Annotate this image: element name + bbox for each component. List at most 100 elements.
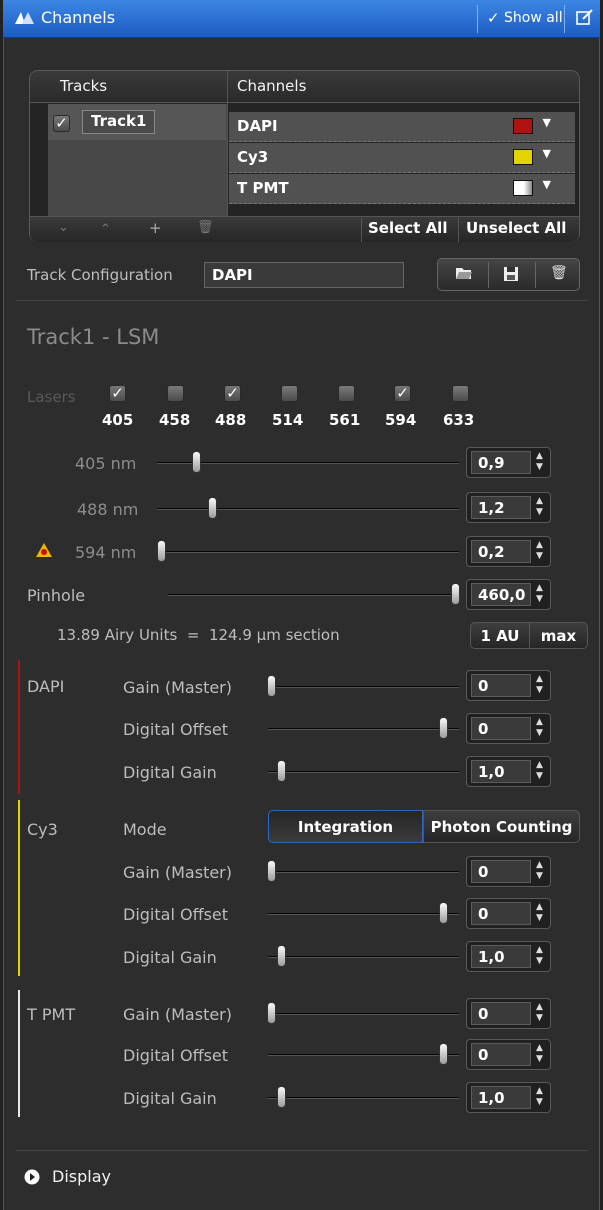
mode-integration-button[interactable]: Integration: [268, 810, 423, 843]
laser-405-slider-handle[interactable]: [192, 451, 201, 473]
spinner-icon[interactable]: ▲ ▼: [533, 1002, 546, 1025]
tpmt-gain-slider-handle[interactable]: [267, 1002, 276, 1024]
delete-icon[interactable]: 🗑︎: [550, 265, 568, 281]
value-field[interactable]: 1,2: [471, 496, 531, 519]
cy3-gain-value[interactable]: 0 ▲ ▼: [466, 856, 551, 887]
pinhole-slider-track[interactable]: [168, 594, 459, 596]
laser-405-slider-track[interactable]: [157, 462, 459, 464]
tpmt-digital-gain-slider-track[interactable]: [268, 1097, 459, 1099]
color-swatch[interactable]: [513, 180, 533, 196]
pinhole-slider-handle[interactable]: [451, 583, 460, 605]
dapi-offset-slider-track[interactable]: [268, 728, 459, 730]
dapi-gain-value[interactable]: 0 ▲ ▼: [466, 670, 551, 701]
laser-488-slider-handle[interactable]: [208, 497, 217, 519]
spinner-icon[interactable]: ▲ ▼: [533, 760, 546, 783]
spinner-icon[interactable]: ▲ ▼: [533, 1086, 546, 1109]
cy3-digital-gain-value[interactable]: 1,0 ▲ ▼: [466, 941, 551, 972]
tpmt-gain-value[interactable]: 0 ▲ ▼: [466, 998, 551, 1029]
color-swatch[interactable]: [513, 118, 533, 134]
value-field[interactable]: 0: [471, 860, 531, 883]
tpmt-digital-gain-slider-handle[interactable]: [277, 1086, 286, 1108]
save-icon[interactable]: [503, 266, 519, 286]
cy3-offset-slider-track[interactable]: [268, 913, 459, 915]
display-section-toggle[interactable]: Display: [22, 1165, 142, 1191]
cy3-digital-gain-slider-handle[interactable]: [277, 945, 286, 967]
cy3-gain-slider-handle[interactable]: [267, 860, 276, 882]
open-folder-icon[interactable]: [455, 265, 473, 285]
channels-column-header[interactable]: Channels: [237, 77, 306, 95]
value-field[interactable]: 460,0: [471, 583, 531, 606]
laser-594-value[interactable]: 0,2 ▲ ▼: [466, 536, 551, 567]
chevron-down-icon[interactable]: ▼: [543, 147, 551, 160]
cy3-gain-slider-track[interactable]: [268, 871, 459, 873]
laser-594-checkbox[interactable]: ✓: [394, 385, 411, 402]
value-field[interactable]: 1,0: [471, 945, 531, 968]
delete-icon[interactable]: 🗑︎: [197, 220, 214, 235]
chevron-down-icon[interactable]: ▼: [543, 116, 551, 129]
laser-561-checkbox[interactable]: [338, 385, 355, 402]
pinhole-1au-button[interactable]: 1 AU: [470, 622, 530, 649]
laser-488-checkbox[interactable]: ✓: [224, 385, 241, 402]
track-configuration-select[interactable]: DAPI: [204, 262, 404, 288]
chevron-down-icon[interactable]: ▼: [543, 178, 551, 191]
tpmt-offset-value[interactable]: 0 ▲ ▼: [466, 1039, 551, 1070]
value-field[interactable]: 1,0: [471, 760, 531, 783]
laser-633-checkbox[interactable]: [452, 385, 469, 402]
laser-594-slider-handle[interactable]: [157, 540, 166, 562]
spinner-icon[interactable]: ▲ ▼: [533, 496, 546, 519]
edit-icon[interactable]: [576, 8, 594, 30]
move-down-icon[interactable]: ⌄: [58, 220, 69, 235]
spinner-icon[interactable]: ▲ ▼: [533, 674, 546, 697]
channel-row-dapi[interactable]: DAPI ▼: [229, 112, 575, 142]
track-checkbox[interactable]: ✓: [53, 115, 70, 132]
track-row[interactable]: ✓ Track1: [48, 104, 226, 140]
spinner-icon[interactable]: ▲ ▼: [533, 860, 546, 883]
color-swatch[interactable]: [513, 149, 533, 165]
dapi-digital-gain-value[interactable]: 1,0 ▲ ▼: [466, 756, 551, 787]
spinner-icon[interactable]: ▲ ▼: [533, 717, 546, 740]
channel-row-tpmt[interactable]: T PMT ▼: [229, 174, 575, 204]
value-field[interactable]: 0: [471, 717, 531, 740]
laser-488-value[interactable]: 1,2 ▲ ▼: [466, 492, 551, 523]
tracks-column-header[interactable]: Tracks: [60, 77, 107, 95]
channel-row-cy3[interactable]: Cy3 ▼: [229, 143, 575, 173]
spinner-icon[interactable]: ▲ ▼: [533, 540, 546, 563]
unselect-all-button[interactable]: Unselect All: [466, 219, 566, 237]
spinner-icon[interactable]: ▲ ▼: [533, 583, 546, 606]
value-field[interactable]: 0: [471, 674, 531, 697]
value-field[interactable]: 0: [471, 1043, 531, 1066]
dapi-digital-gain-slider-track[interactable]: [268, 771, 459, 773]
tpmt-gain-slider-track[interactable]: [268, 1013, 459, 1015]
value-field[interactable]: 1,0: [471, 1086, 531, 1109]
tpmt-offset-slider-track[interactable]: [268, 1054, 459, 1056]
value-field[interactable]: 0: [471, 1002, 531, 1025]
value-field[interactable]: 0,9: [471, 451, 531, 474]
value-field[interactable]: 0: [471, 902, 531, 925]
laser-488-slider-track[interactable]: [157, 508, 459, 510]
tpmt-digital-gain-value[interactable]: 1,0 ▲ ▼: [466, 1082, 551, 1113]
dapi-digital-gain-slider-handle[interactable]: [277, 760, 286, 782]
dapi-gain-slider-track[interactable]: [268, 686, 459, 688]
dapi-offset-slider-handle[interactable]: [439, 717, 448, 739]
add-icon[interactable]: +: [149, 219, 162, 237]
tpmt-offset-slider-handle[interactable]: [439, 1043, 448, 1065]
laser-405-checkbox[interactable]: ✓: [109, 385, 126, 402]
show-all-button[interactable]: ✓ Show all: [477, 5, 565, 33]
dapi-gain-slider-handle[interactable]: [267, 675, 276, 697]
spinner-icon[interactable]: ▲ ▼: [533, 451, 546, 474]
cy3-digital-gain-slider-track[interactable]: [268, 956, 459, 958]
laser-594-slider-track[interactable]: [157, 551, 459, 553]
pinhole-max-button[interactable]: max: [529, 622, 588, 649]
cy3-offset-value[interactable]: 0 ▲ ▼: [466, 898, 551, 929]
laser-405-value[interactable]: 0,9 ▲ ▼: [466, 447, 551, 478]
value-field[interactable]: 0,2: [471, 540, 531, 563]
pinhole-value[interactable]: 460,0 ▲ ▼: [466, 579, 551, 610]
spinner-icon[interactable]: ▲ ▼: [533, 902, 546, 925]
spinner-icon[interactable]: ▲ ▼: [533, 1043, 546, 1066]
move-up-icon[interactable]: ⌃: [100, 222, 111, 237]
mode-photon-counting-button[interactable]: Photon Counting: [423, 810, 580, 843]
cy3-offset-slider-handle[interactable]: [439, 902, 448, 924]
select-all-button[interactable]: Select All: [368, 219, 447, 237]
laser-458-checkbox[interactable]: [167, 385, 184, 402]
dapi-offset-value[interactable]: 0 ▲ ▼: [466, 713, 551, 744]
